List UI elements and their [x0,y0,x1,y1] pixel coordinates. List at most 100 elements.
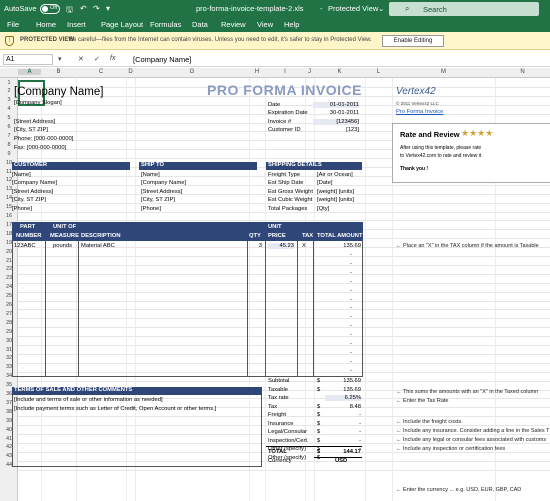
enable-editing-button[interactable]: Enable Editing [382,35,444,47]
taxable-value[interactable]: 135.69 [325,387,361,393]
total-amount-dash: - [350,287,352,294]
customer-city[interactable]: [City, ST ZIP] [12,197,46,203]
insurance-value[interactable]: - [325,421,361,427]
redo-icon[interactable]: ↷ [93,4,100,13]
tab-help[interactable]: Help [284,20,299,29]
item-part-number[interactable]: 123ABC [14,243,36,249]
tab-review[interactable]: Review [221,20,246,29]
column-header-i[interactable]: I [265,69,305,75]
company-fax[interactable]: Fax: [000-000-0000] [14,145,66,151]
item-unit[interactable]: pounds [53,243,72,249]
search-box[interactable]: ⌕ Search [389,2,539,16]
company-name[interactable]: [Company Name] [14,86,103,98]
company-slogan[interactable]: [Company Slogan] [14,100,62,106]
shipto-name[interactable]: [Name] [141,172,160,178]
customer-id-value[interactable]: [123] [313,127,359,133]
inspection-cert-value[interactable]: - [325,438,361,444]
cancel-icon[interactable]: ✕ [78,55,84,63]
total-amount-dash: - [350,296,352,303]
column-header-g[interactable]: G [135,69,249,75]
legal-consular-value[interactable]: - [325,429,361,435]
customer-id-label: Customer ID [268,127,301,133]
enter-icon[interactable]: ✓ [94,55,100,63]
customer-street[interactable]: [Street Address] [12,189,53,195]
tab-page-layout[interactable]: Page Layout [101,20,143,29]
undo-icon[interactable]: ↶ [80,4,87,13]
title-bar: AutoSave Off 🖫 ↶ ↷ ▾ pro-forma-invoice-t… [0,0,550,18]
freight-value[interactable]: - [325,412,361,418]
customer-company[interactable]: [Company Name] [12,180,57,186]
total-amount-dash: - [350,349,352,356]
column-header-h[interactable]: H [249,69,265,75]
total-packages-value[interactable]: [Qty] [317,206,329,212]
company-street[interactable]: [Street Address] [14,119,55,125]
customer-name[interactable]: [Name] [12,172,31,178]
tax-value[interactable]: 8.48 [325,404,361,410]
name-box[interactable]: A1 [3,54,53,65]
tax-rate-value[interactable]: 6.25% [325,395,361,401]
total-value[interactable]: 144.17 [325,449,361,455]
expiration-value[interactable]: 30-01-2011 [313,110,359,116]
column-header-b[interactable]: B [41,69,76,75]
formula-content[interactable]: [Company Name] [133,55,191,64]
item-tax[interactable]: X [302,243,306,249]
item-qty[interactable]: 3 [252,243,262,249]
ship-date-value[interactable]: [Date] [317,180,332,186]
column-header-d[interactable]: D [126,69,135,75]
tab-view[interactable]: View [257,20,273,29]
currency-label: Currency [268,458,292,464]
shipto-company[interactable]: [Company Name] [141,180,186,186]
namebox-dropdown-icon[interactable]: ▾ [58,55,62,63]
pro-forma-invoice-link[interactable]: Pro Forma Invoice [396,109,443,115]
invoice-number-value[interactable]: [123456] [313,119,359,125]
column-header-k[interactable]: K [314,69,365,75]
column-header-m[interactable]: M [392,69,495,75]
tab-formulas[interactable]: Formulas [150,20,181,29]
gross-weight-value[interactable]: [weight] [units] [317,189,354,195]
terms-line-1[interactable]: [Include and terms of sale or other info… [14,397,163,403]
column-header-j[interactable]: J [305,69,314,75]
item-price[interactable]: 45.23 [268,243,294,249]
inspection-cert-label: Inspection/Cert. [268,437,309,444]
row-header-9[interactable]: 9 [0,151,18,157]
subtotal-value[interactable]: 135.69 [325,378,361,384]
company-phone[interactable]: Phone: [000-000-0000] [14,136,73,142]
autosave-state: Off [50,5,58,11]
column-header-a[interactable]: A [18,69,41,75]
currency-value[interactable]: USD [335,458,347,464]
tab-insert[interactable]: Insert [67,20,86,29]
item-total[interactable]: 135.69 [317,243,361,249]
item-description[interactable]: Material ABC [81,243,115,249]
customize-qat-icon[interactable]: ▾ [106,4,110,13]
terms-line-2[interactable]: [Include payment terms such as Letter of… [14,406,216,412]
tab-data[interactable]: Data [192,20,208,29]
thank-you: Thank you ! [400,166,429,172]
column-header-c[interactable]: C [76,69,126,75]
row-header-16[interactable]: 16 [0,213,18,219]
tab-file[interactable]: File [7,20,19,29]
shield-icon: ! [5,36,14,46]
shipto-phone[interactable]: [Phone] [141,206,161,212]
tab-home[interactable]: Home [36,20,56,29]
cubic-weight-label: Est Cubic Weight [268,197,313,203]
total-divider [266,446,362,447]
company-city[interactable]: [City, ST ZIP] [14,127,48,133]
row-header-4[interactable]: 4 [0,106,18,112]
cubic-weight-value[interactable]: [weight] [units] [317,197,354,203]
view-mode-chevron-icon[interactable]: ⌄ [378,4,384,13]
column-header-n[interactable]: N [495,69,550,75]
insert-function-icon[interactable]: fx [110,55,115,62]
invoice-title[interactable]: PRO FORMA INVOICE [207,82,362,98]
column-header-l[interactable]: L [365,69,392,75]
freight-type-value[interactable]: [Air or Ocean] [317,172,353,178]
unit-price-header-2: PRICE [268,233,286,239]
autosave-toggle[interactable]: Off [40,4,60,14]
rating-stars[interactable]: ★★★★ [461,128,493,139]
shipping-details-header: SHIPPING DETAILS [266,162,362,170]
shipto-city[interactable]: [City, ST ZIP] [141,197,175,203]
customer-phone[interactable]: [Phone] [12,206,32,212]
shipto-street[interactable]: [Street Address] [141,189,182,195]
save-icon[interactable]: 🖫 [66,4,73,18]
row-header-1[interactable]: 1 [0,80,18,86]
date-value[interactable]: 01-01-2011 [313,102,359,108]
